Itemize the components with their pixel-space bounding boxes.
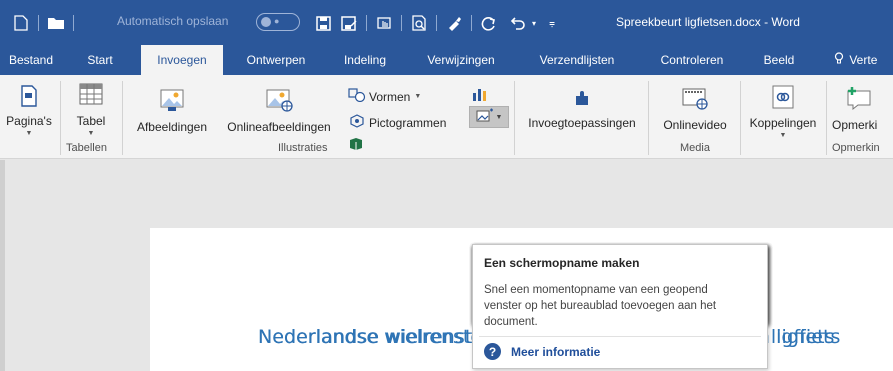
online-video-icon bbox=[652, 87, 738, 114]
lightbulb-icon bbox=[834, 45, 846, 75]
links-button[interactable]: Koppelingen ▼ bbox=[742, 85, 824, 139]
autosave-label: Automatisch opslaan bbox=[117, 14, 229, 28]
new-document-icon[interactable] bbox=[10, 12, 32, 34]
tooltip-divider bbox=[479, 336, 761, 337]
group-separator bbox=[122, 81, 123, 155]
3d-models-button[interactable] bbox=[348, 137, 367, 154]
group-separator bbox=[826, 81, 827, 155]
print-preview-icon[interactable] bbox=[408, 12, 430, 34]
shapes-dropdown-icon: ▼ bbox=[414, 93, 422, 100]
left-margin bbox=[0, 160, 5, 371]
open-folder-icon[interactable] bbox=[45, 12, 67, 34]
tooltip-expanded-title: Een schermopname maken bbox=[484, 256, 640, 270]
table-dropdown-icon: ▼ bbox=[87, 130, 95, 137]
table-icon bbox=[66, 83, 116, 110]
icons-button[interactable]: Pictogrammen bbox=[348, 113, 446, 132]
comment-label: Opmerki bbox=[832, 118, 878, 132]
tab-start[interactable]: Start bbox=[80, 45, 120, 75]
pictures-icon bbox=[130, 87, 214, 116]
qat-separator bbox=[436, 15, 437, 31]
icons-label: Pictogrammen bbox=[369, 115, 447, 130]
online-pictures-button[interactable]: Onlineafbeeldingen bbox=[216, 87, 342, 134]
tab-bestand[interactable]: Bestand bbox=[0, 45, 62, 75]
tell-me-label: Verte bbox=[849, 53, 878, 67]
pages-dropdown-icon: ▼ bbox=[25, 130, 33, 137]
qat-separator bbox=[366, 15, 367, 31]
shapes-button[interactable]: Vormen ▼ bbox=[348, 88, 421, 105]
undo-dropdown-icon[interactable]: ▾ bbox=[528, 12, 540, 34]
pictures-button[interactable]: Afbeeldingen bbox=[130, 87, 214, 134]
table-button[interactable]: Tabel ▼ bbox=[66, 83, 116, 137]
group-label-media: Media bbox=[680, 142, 710, 154]
shapes-icon bbox=[348, 88, 366, 105]
touch-mode-icon[interactable] bbox=[373, 12, 395, 34]
help-icon: ? bbox=[484, 343, 501, 360]
add-ins-label: Invoegtoepassingen bbox=[528, 116, 636, 130]
autosave-state: ● bbox=[274, 16, 280, 26]
toggle-knob bbox=[261, 17, 271, 27]
links-label: Koppelingen bbox=[749, 116, 817, 130]
tab-verwijzingen[interactable]: Verwijzingen bbox=[418, 45, 504, 75]
quick-access-toolbar-right: ▾ ⩦ bbox=[312, 12, 560, 34]
bar-chart-icon bbox=[472, 87, 488, 104]
icons-icon bbox=[348, 113, 366, 132]
undo-icon[interactable] bbox=[506, 12, 528, 34]
qat-separator bbox=[401, 15, 402, 31]
ribbon-tabs: Bestand Start Invoegen Ontwerpen Indelin… bbox=[0, 45, 893, 75]
tab-indeling[interactable]: Indeling bbox=[334, 45, 396, 75]
pages-label: Pagina's bbox=[6, 114, 52, 128]
3d-models-icon bbox=[348, 137, 364, 154]
link-icon bbox=[742, 85, 824, 112]
tell-me-search[interactable]: Verte bbox=[834, 45, 893, 75]
tab-verzendlijsten[interactable]: Verzendlijsten bbox=[527, 45, 627, 75]
autosave-toggle[interactable]: ● bbox=[256, 13, 300, 31]
tab-invoegen[interactable]: Invoegen bbox=[141, 45, 223, 75]
tab-ontwerpen[interactable]: Ontwerpen bbox=[238, 45, 314, 75]
group-separator bbox=[648, 81, 649, 155]
online-video-button[interactable]: Onlinevideo bbox=[652, 87, 738, 132]
more-info-label: Meer informatie bbox=[511, 344, 601, 359]
online-video-label: Onlinevideo bbox=[663, 118, 727, 132]
more-info-link[interactable]: ? Meer informatie bbox=[484, 343, 600, 360]
online-pictures-label: Onlineafbeeldingen bbox=[227, 120, 331, 134]
screenshot-dropdown-icon: ▼ bbox=[495, 113, 503, 121]
save-icon[interactable] bbox=[312, 12, 334, 34]
chart-button[interactable] bbox=[472, 87, 491, 104]
title-bar: Automatisch opslaan ● ▾ ⩦ Spreekbeurt li… bbox=[0, 0, 893, 45]
redo-icon[interactable] bbox=[478, 12, 500, 34]
screenshot-icon bbox=[476, 107, 494, 128]
pages-button[interactable]: Pagina's ▼ bbox=[2, 85, 56, 137]
tooltip-expanded: Een schermopname maken Snel een momentop… bbox=[472, 244, 768, 369]
document-title: Spreekbeurt ligfietsen.docx - Word bbox=[616, 15, 800, 29]
pictures-label: Afbeeldingen bbox=[136, 120, 208, 134]
table-label: Tabel bbox=[76, 114, 106, 128]
add-ins-icon bbox=[518, 87, 646, 112]
add-ins-button[interactable]: Invoegtoepassingen bbox=[518, 87, 646, 130]
save-as-icon[interactable] bbox=[338, 12, 360, 34]
online-pictures-icon bbox=[216, 87, 342, 116]
customize-qat-icon[interactable]: ⩦ bbox=[544, 12, 560, 34]
qat-separator bbox=[73, 15, 74, 31]
group-label-illustraties: Illustraties bbox=[278, 142, 328, 154]
group-label-opmerkingen: Opmerkin bbox=[832, 142, 880, 154]
ribbon: Pagina's ▼ Tabel ▼ Tabellen Afbeeldingen… bbox=[0, 75, 893, 159]
new-comment-icon bbox=[844, 85, 893, 114]
group-separator bbox=[740, 81, 741, 155]
quick-access-toolbar bbox=[10, 12, 80, 34]
group-separator bbox=[514, 81, 515, 155]
shapes-label: Vormen bbox=[369, 89, 411, 104]
comment-button[interactable]: Opmerki bbox=[832, 85, 893, 132]
format-painter-icon[interactable] bbox=[443, 12, 465, 34]
group-separator bbox=[60, 81, 61, 155]
tab-beeld[interactable]: Beeld bbox=[755, 45, 803, 75]
tab-controleren[interactable]: Controleren bbox=[650, 45, 734, 75]
qat-separator bbox=[471, 15, 472, 31]
pages-icon bbox=[2, 85, 56, 110]
group-label-tabellen: Tabellen bbox=[66, 142, 107, 154]
tooltip-expanded-body: Snel een momentopname van een geopend ve… bbox=[484, 284, 717, 328]
links-dropdown-icon: ▼ bbox=[779, 132, 787, 139]
qat-separator bbox=[38, 15, 39, 31]
screenshot-button[interactable]: ▼ bbox=[469, 106, 509, 128]
